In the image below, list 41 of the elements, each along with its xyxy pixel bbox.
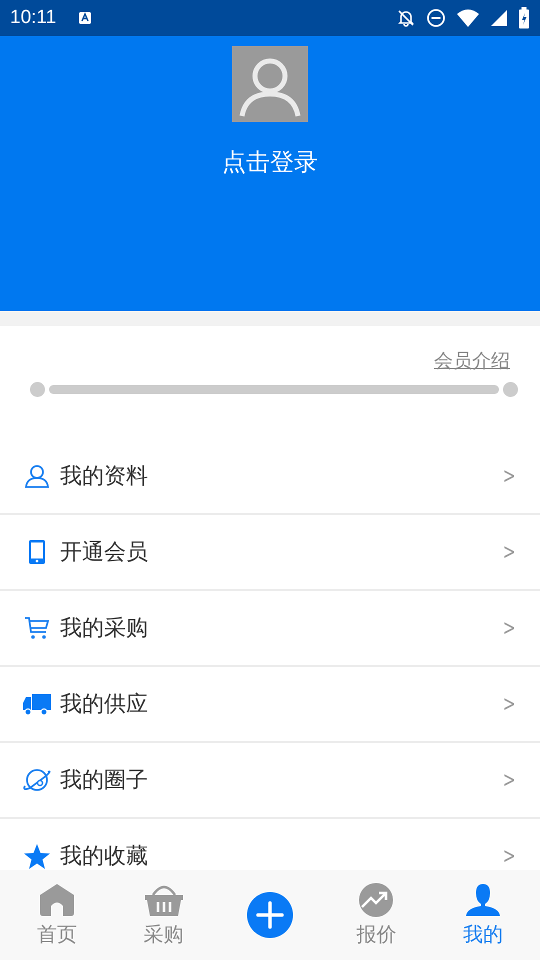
menu-label: 我的供应 <box>60 691 149 719</box>
menu-item[interactable]: 我的收藏 > <box>0 819 540 870</box>
planet-icon <box>22 766 52 794</box>
chevron: > <box>502 464 516 488</box>
menu-item[interactable]: 开通会员 > <box>0 515 540 591</box>
track-end-dot <box>503 382 518 397</box>
bell-off-icon <box>396 8 416 28</box>
track-start-dot <box>30 382 45 397</box>
wifi-icon <box>456 8 480 28</box>
menu-label: 我的采购 <box>60 615 149 643</box>
menu-item[interactable]: 我的采购 > <box>0 591 540 667</box>
phone-icon <box>27 539 47 565</box>
menu-item[interactable]: 我的供应 > <box>0 667 540 743</box>
menu-label: 我的收藏 <box>60 844 149 870</box>
avatar-icon[interactable] <box>232 46 308 122</box>
clock: 10:11 <box>10 7 56 29</box>
trend-icon <box>359 882 394 916</box>
chevron: > <box>502 844 516 869</box>
signal-icon <box>490 9 508 27</box>
star-icon <box>23 843 51 871</box>
menu-label: 开通会员 <box>60 539 149 567</box>
menu-item[interactable]: 我的圈子 > <box>0 743 540 819</box>
person-icon <box>24 463 50 489</box>
cart-icon <box>24 615 50 641</box>
menu-label: 我的圈子 <box>60 767 149 795</box>
membership-intro-link[interactable]: 会员介绍 <box>434 348 510 374</box>
home-icon <box>38 882 76 916</box>
truck-icon <box>22 691 52 717</box>
chevron: > <box>502 540 516 564</box>
battery-icon <box>518 7 530 29</box>
keyboard-icon <box>78 11 92 25</box>
menu-label: 我的资料 <box>60 463 149 491</box>
chevron: > <box>502 692 516 716</box>
tab[interactable]: 我的 <box>442 882 523 948</box>
chevron: > <box>502 768 516 792</box>
chevron: > <box>502 616 516 640</box>
add-icon <box>246 892 293 938</box>
login-button[interactable]: 点击登录 <box>214 142 326 182</box>
menu-item[interactable]: 我的资料 > <box>0 439 540 515</box>
user-icon <box>464 882 501 916</box>
do-not-disturb-icon <box>426 8 446 28</box>
